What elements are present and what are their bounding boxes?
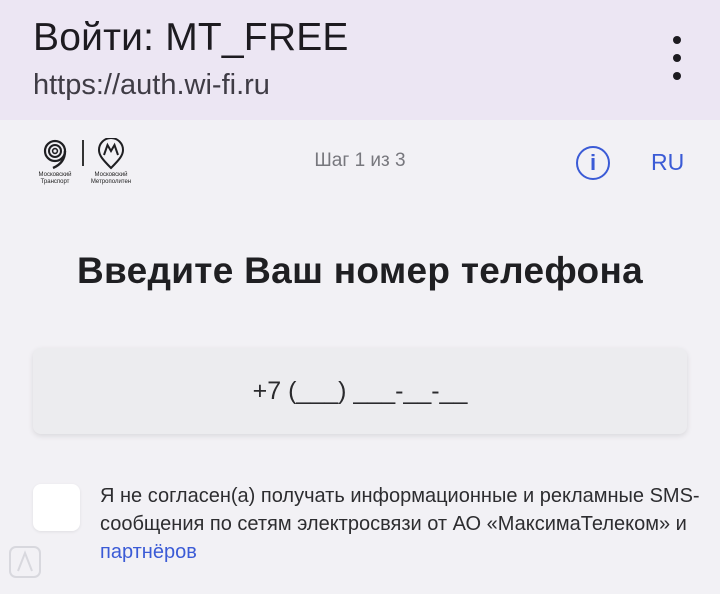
metro-logo-icon <box>97 137 125 170</box>
transport-logo-caption: Московский Транспорт <box>38 172 72 185</box>
info-icon[interactable]: i <box>576 146 610 180</box>
browser-title-bar: Войти: MT_FREE https://auth.wi-fi.ru <box>0 0 720 120</box>
sms-consent-label: Я не согласен(а) получать информационные… <box>100 485 700 535</box>
page-title: Войти: MT_FREE <box>33 16 349 59</box>
language-switch[interactable]: RU <box>651 149 684 176</box>
phone-heading: Введите Ваш номер телефона <box>77 250 643 291</box>
transport-logo: Московский Транспорт <box>30 138 80 190</box>
url-text: https://auth.wi-fi.ru <box>33 69 270 101</box>
logo-divider <box>82 140 84 166</box>
phone-field[interactable] <box>33 347 687 435</box>
partners-link[interactable]: партнёров <box>100 541 197 563</box>
corner-badge-icon <box>4 541 46 583</box>
sms-consent-checkbox[interactable] <box>33 484 80 531</box>
transport-logo-icon <box>43 139 67 170</box>
sms-consent-text: Я не согласен(а) получать информационные… <box>100 482 700 566</box>
metro-logo-caption: Московский Метрополитен <box>90 172 132 185</box>
partner-logos: Московский Транспорт Московский Метропол… <box>30 137 140 190</box>
metro-logo: Московский Метрополитен <box>86 137 136 190</box>
phone-input[interactable] <box>33 347 687 435</box>
step-indicator: Шаг 1 из 3 <box>314 150 406 171</box>
more-vert-icon[interactable] <box>660 36 694 80</box>
